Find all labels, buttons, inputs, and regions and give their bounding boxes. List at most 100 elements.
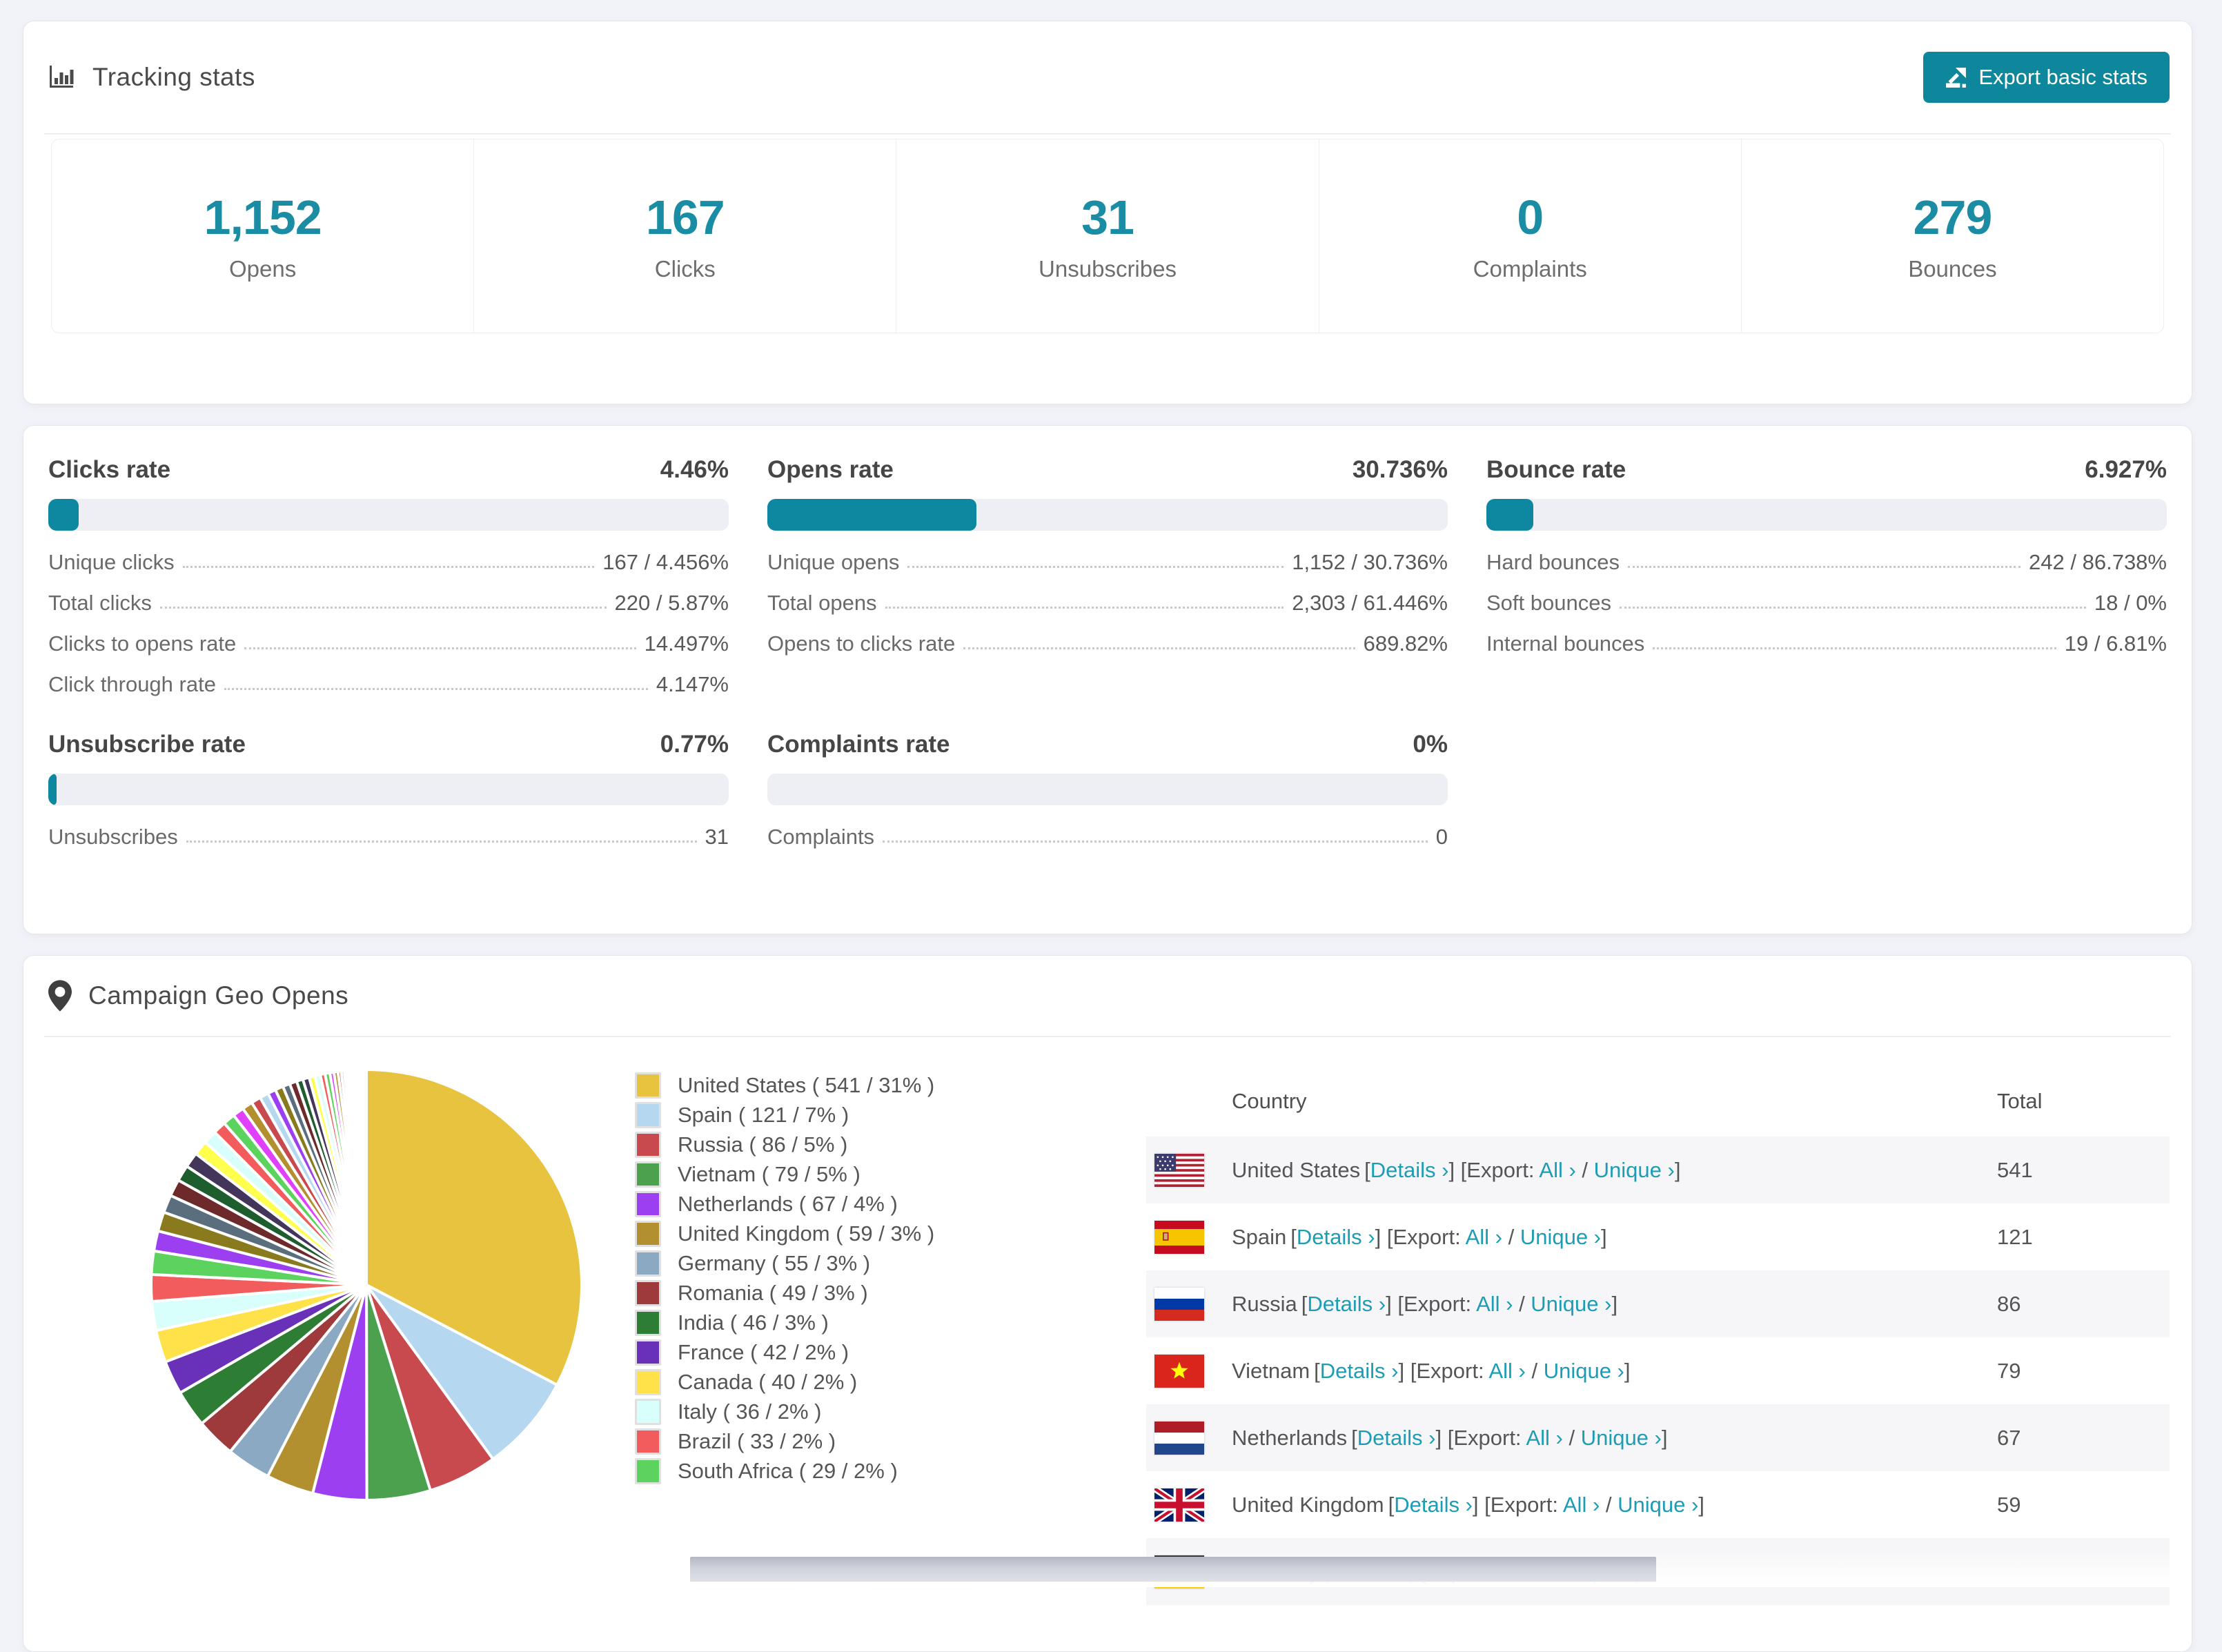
export-all-link[interactable]: All › <box>1563 1493 1600 1517</box>
rate-row: Hard bounces 242 / 86.738% <box>1486 542 2167 582</box>
bracket: [ <box>1388 1492 1395 1517</box>
details-link[interactable]: Details › <box>1307 1292 1386 1316</box>
export-basic-stats-button[interactable]: Export basic stats <box>1923 52 2170 103</box>
legend-item-russia[interactable]: Russia ( 86 / 5% ) <box>635 1130 934 1159</box>
rate-head: Complaints rate 0% <box>767 728 1448 761</box>
country-links: [Details ›] [Export: All › / Unique ›] <box>1364 1158 1680 1183</box>
slash: / <box>1502 1224 1520 1249</box>
legend-swatch <box>635 1250 661 1277</box>
rate-value: 4.46% <box>660 456 729 483</box>
legend-swatch <box>635 1309 661 1336</box>
united-kingdom-flag-icon <box>1154 1488 1204 1522</box>
details-link[interactable]: Details › <box>1297 1225 1375 1249</box>
rate-row-value: 1,152 / 30.736% <box>1292 550 1448 574</box>
progress-track <box>48 774 729 805</box>
legend-label: United States ( 541 / 31% ) <box>678 1072 935 1097</box>
legend-item-brazil[interactable]: Brazil ( 33 / 2% ) <box>635 1426 934 1456</box>
netherlands-flag-icon <box>1154 1421 1204 1455</box>
progress-track <box>767 774 1448 805</box>
export-prefix: [Export: <box>1386 1224 1466 1249</box>
legend-item-united-states[interactable]: United States ( 541 / 31% ) <box>635 1070 934 1100</box>
bracket: ] <box>1611 1291 1618 1316</box>
legend-item-vietnam[interactable]: Vietnam ( 79 / 5% ) <box>635 1159 934 1189</box>
legend-swatch <box>635 1161 661 1188</box>
rate-row: Total opens 2,303 / 61.446% <box>767 582 1448 623</box>
details-link[interactable]: Details › <box>1370 1158 1449 1182</box>
tracking-stats-header: Tracking stats Export basic stats <box>44 21 2171 135</box>
united-states-flag-icon <box>1154 1153 1204 1187</box>
bracket: [ <box>1314 1358 1320 1383</box>
legend-item-netherlands[interactable]: Netherlands ( 67 / 4% ) <box>635 1189 934 1219</box>
export-unique-link[interactable]: Unique › <box>1520 1225 1601 1249</box>
dotted-leader <box>244 647 636 649</box>
rate-row: Opens to clicks rate 689.82% <box>767 623 1448 664</box>
legend-swatch <box>635 1398 661 1425</box>
legend-label: France ( 42 / 2% ) <box>678 1339 849 1364</box>
geo-pie-chart[interactable] <box>46 1043 604 1605</box>
total-cell: 86 <box>1997 1291 2021 1316</box>
stat-value: 31 <box>1081 190 1134 244</box>
bracket: ] <box>1398 1358 1410 1383</box>
stat-label: Bounces <box>1908 256 1997 282</box>
rate-row-label: Opens to clicks rate <box>767 631 956 656</box>
legend-item-spain[interactable]: Spain ( 121 / 7% ) <box>635 1100 934 1130</box>
rate-title: Complaints rate <box>767 731 950 758</box>
rate-row: Unsubscribes 31 <box>48 816 729 857</box>
rate-row-label: Click through rate <box>48 672 216 696</box>
legend-item-india[interactable]: India ( 46 / 3% ) <box>635 1308 934 1337</box>
legend-item-france[interactable]: France ( 42 / 2% ) <box>635 1337 934 1367</box>
legend-item-canada[interactable]: Canada ( 40 / 2% ) <box>635 1367 934 1397</box>
rate-row-value: 2,303 / 61.446% <box>1292 591 1448 615</box>
legend-item-south-africa[interactable]: South Africa ( 29 / 2% ) <box>635 1456 934 1486</box>
export-unique-link[interactable]: Unique › <box>1544 1359 1624 1383</box>
progress-track <box>767 499 1448 531</box>
legend-swatch <box>635 1072 661 1099</box>
tracking-stats-title: Tracking stats <box>92 63 255 91</box>
progress-fill <box>767 499 977 531</box>
export-unique-link[interactable]: Unique › <box>1594 1158 1675 1182</box>
rate-row-label: Unsubscribes <box>48 825 178 849</box>
progress-fill <box>48 499 79 531</box>
details-link[interactable]: Details › <box>1394 1493 1473 1517</box>
rate-rows: Hard bounces 242 / 86.738% Soft bounces 18 … <box>1486 542 2167 664</box>
legend-item-germany[interactable]: Germany ( 55 / 3% ) <box>635 1248 934 1278</box>
stat-value: 167 <box>645 190 725 244</box>
export-unique-link[interactable]: Unique › <box>1618 1493 1698 1517</box>
legend-label: United Kingdom ( 59 / 3% ) <box>678 1221 935 1246</box>
legend-item-romania[interactable]: Romania ( 49 / 3% ) <box>635 1278 934 1308</box>
export-all-link[interactable]: All › <box>1539 1158 1575 1182</box>
export-all-link[interactable]: All › <box>1476 1292 1513 1316</box>
country-name: Netherlands <box>1232 1425 1348 1450</box>
export-all-link[interactable]: All › <box>1526 1426 1562 1450</box>
rate-section-complaints-rate: Complaints rate 0% Complaints 0 <box>767 728 1448 857</box>
legend-label: Spain ( 121 / 7% ) <box>678 1102 849 1127</box>
table-row-netherlands: Netherlands [Details ›] [Export: All › / … <box>1146 1404 2170 1471</box>
spain-flag-icon <box>1154 1220 1204 1254</box>
slash: / <box>1513 1291 1531 1316</box>
country-name: Spain <box>1232 1224 1287 1249</box>
rate-section-clicks-rate: Clicks rate 4.46% Unique clicks 167 / 4.456… <box>48 453 729 705</box>
details-link[interactable]: Details › <box>1357 1426 1436 1450</box>
russia-flag-icon <box>1154 1287 1204 1321</box>
geo-table-body: United States [Details ›] [Export: All › … <box>1146 1137 2170 1605</box>
legend-item-italy[interactable]: Italy ( 36 / 2% ) <box>635 1397 934 1426</box>
export-unique-link[interactable]: Unique › <box>1581 1426 1662 1450</box>
dotted-leader <box>907 566 1284 568</box>
legend-label: Canada ( 40 / 2% ) <box>678 1369 858 1394</box>
export-unique-link[interactable]: Unique › <box>1531 1292 1611 1316</box>
rate-row: Internal bounces 19 / 6.81% <box>1486 623 2167 664</box>
dotted-leader <box>224 688 648 690</box>
details-link[interactable]: Details › <box>1320 1359 1399 1383</box>
bar-chart-icon <box>48 63 76 91</box>
rate-row: Click through rate 4.147% <box>48 664 729 705</box>
legend-swatch <box>635 1101 661 1128</box>
stat-cell-clicks: 167 Clicks <box>474 139 897 333</box>
pie-svg[interactable] <box>128 1047 604 1523</box>
rate-value: 0% <box>1413 731 1448 758</box>
legend-item-united-kingdom[interactable]: United Kingdom ( 59 / 3% ) <box>635 1219 934 1248</box>
progress-track <box>48 499 729 531</box>
export-all-link[interactable]: All › <box>1488 1359 1525 1383</box>
export-all-link[interactable]: All › <box>1466 1225 1502 1249</box>
country-column-header: Country <box>1232 1089 1307 1113</box>
horizontal-scrollbar-thumb[interactable] <box>690 1557 1656 1582</box>
